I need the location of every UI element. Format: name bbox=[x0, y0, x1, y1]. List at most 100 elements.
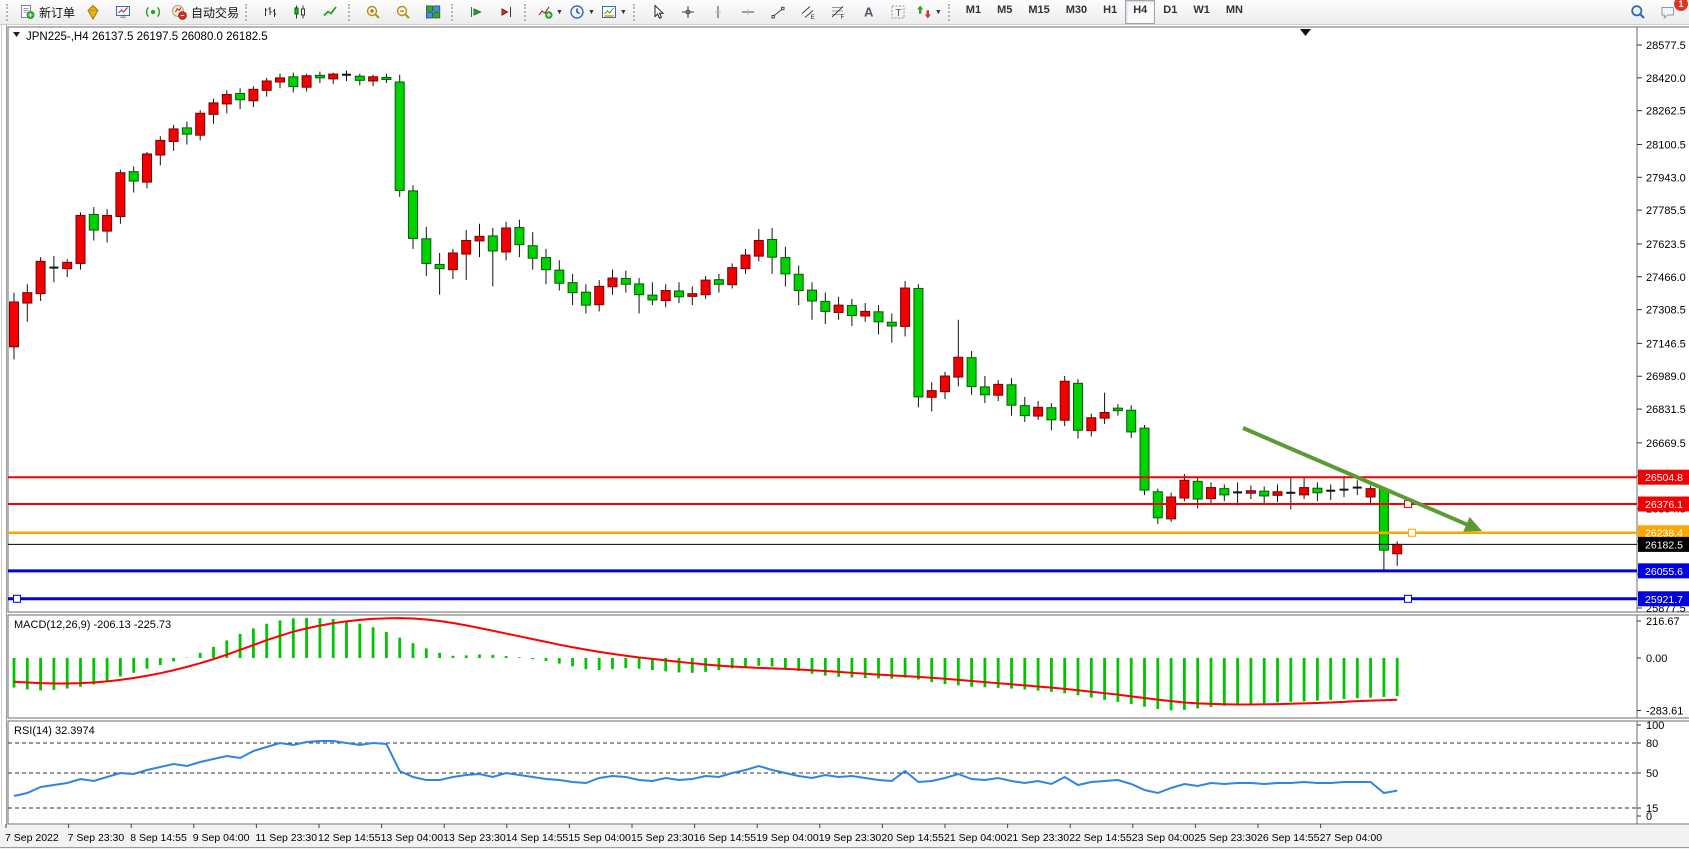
svg-text:26182.5: 26182.5 bbox=[1645, 539, 1683, 551]
chevron-down-icon: ▼ bbox=[588, 9, 595, 16]
indicators-button[interactable]: ▼ bbox=[534, 0, 566, 24]
chart-shift-button[interactable] bbox=[491, 0, 521, 24]
toolbar-separator bbox=[633, 4, 638, 21]
search-button[interactable] bbox=[1623, 0, 1653, 24]
metatrader-window: 新订单自动交易▼▼▼EFAT▼M1M5M15M30H1H4D1W1MN1 285… bbox=[0, 0, 1689, 849]
zoom-out-button[interactable] bbox=[388, 0, 418, 24]
line-chart-button[interactable] bbox=[315, 0, 345, 24]
svg-text:25 Sep 23:30: 25 Sep 23:30 bbox=[1194, 832, 1257, 844]
cursor-icon bbox=[650, 4, 666, 20]
market-watch-icon bbox=[115, 4, 131, 20]
svg-text:0.00: 0.00 bbox=[1646, 653, 1667, 665]
svg-text:26669.5: 26669.5 bbox=[1646, 438, 1686, 450]
current-price-tag: 26182.5 bbox=[1638, 537, 1689, 552]
tf-h4-button[interactable]: H4 bbox=[1125, 0, 1155, 24]
chat-button[interactable]: 1 bbox=[1653, 0, 1683, 24]
auto-trading-icon bbox=[171, 4, 187, 20]
svg-text:E: E bbox=[810, 14, 815, 20]
tf-d1-button[interactable]: D1 bbox=[1155, 0, 1185, 24]
macd-label: MACD(12,26,9) -206.13 -225.73 bbox=[14, 619, 171, 631]
templates-icon bbox=[601, 4, 617, 20]
tile-windows-button[interactable] bbox=[418, 0, 448, 24]
periods-button[interactable]: ▼ bbox=[566, 0, 598, 24]
tf-h1-button[interactable]: H1 bbox=[1095, 0, 1125, 24]
svg-text:26 Sep 14:55: 26 Sep 14:55 bbox=[1257, 832, 1320, 844]
horizontal-line-button[interactable] bbox=[733, 0, 763, 24]
tf-m30-button[interactable]: M30 bbox=[1058, 0, 1095, 24]
svg-text:27466.0: 27466.0 bbox=[1646, 272, 1686, 284]
svg-text:27623.5: 27623.5 bbox=[1646, 239, 1686, 251]
svg-text:-283.61: -283.61 bbox=[1646, 706, 1683, 718]
chart-shift-icon bbox=[498, 4, 514, 20]
periods-icon bbox=[569, 4, 585, 20]
price-tag-25921.7: 25921.7 bbox=[1638, 591, 1689, 606]
chart-stage[interactable]: 28577.528420.028262.528100.527943.027785… bbox=[0, 25, 1689, 849]
chevron-down-icon: ▼ bbox=[935, 9, 942, 16]
equidistant-channel-button[interactable]: E bbox=[793, 0, 823, 24]
bar-chart-icon bbox=[262, 4, 278, 20]
tf-m15-button[interactable]: M15 bbox=[1020, 0, 1057, 24]
crosshair-button[interactable] bbox=[673, 0, 703, 24]
svg-text:13 Sep 23:30: 13 Sep 23:30 bbox=[443, 832, 506, 844]
rsi-label: RSI(14) 32.3974 bbox=[14, 725, 95, 737]
svg-text:7 Sep 23:30: 7 Sep 23:30 bbox=[68, 832, 125, 844]
auto-scroll-button[interactable] bbox=[461, 0, 491, 24]
price-panel[interactable] bbox=[8, 27, 1637, 612]
svg-text:0: 0 bbox=[1646, 811, 1652, 823]
vertical-line-button[interactable] bbox=[703, 0, 733, 24]
text-label-button[interactable]: T bbox=[883, 0, 913, 24]
svg-text:21 Sep 23:30: 21 Sep 23:30 bbox=[1007, 832, 1070, 844]
candlestick-chart-button[interactable] bbox=[285, 0, 315, 24]
tile-windows-icon bbox=[425, 4, 441, 20]
text-label-icon: T bbox=[890, 4, 906, 20]
new-order-button[interactable]: 新订单 bbox=[16, 0, 78, 24]
new-order-icon bbox=[19, 4, 35, 20]
svg-text:8 Sep 14:55: 8 Sep 14:55 bbox=[130, 832, 187, 844]
tf-m5-button[interactable]: M5 bbox=[989, 0, 1020, 24]
cursor-button[interactable] bbox=[643, 0, 673, 24]
svg-text:22 Sep 14:55: 22 Sep 14:55 bbox=[1069, 832, 1132, 844]
zoom-in-button[interactable] bbox=[358, 0, 388, 24]
svg-text:19 Sep 04:00: 19 Sep 04:00 bbox=[756, 832, 819, 844]
crosshair-icon bbox=[680, 4, 696, 20]
signals-icon bbox=[145, 4, 161, 20]
signals-button[interactable] bbox=[138, 0, 168, 24]
svg-text:27308.5: 27308.5 bbox=[1646, 305, 1686, 317]
tf-mn-button[interactable]: MN bbox=[1218, 0, 1251, 24]
svg-text:19 Sep 23:30: 19 Sep 23:30 bbox=[819, 832, 882, 844]
svg-text:12 Sep 14:55: 12 Sep 14:55 bbox=[318, 832, 381, 844]
svg-text:27 Sep 04:00: 27 Sep 04:00 bbox=[1320, 832, 1383, 844]
svg-text:7 Sep 2022: 7 Sep 2022 bbox=[5, 832, 59, 844]
svg-text:20 Sep 14:55: 20 Sep 14:55 bbox=[881, 832, 944, 844]
tf-w1-button[interactable]: W1 bbox=[1185, 0, 1218, 24]
svg-text:28262.5: 28262.5 bbox=[1646, 106, 1686, 118]
toolbar-separator bbox=[348, 4, 353, 21]
metaeditor-button[interactable] bbox=[78, 0, 108, 24]
market-watch-button[interactable] bbox=[108, 0, 138, 24]
chart-canvas[interactable]: 28577.528420.028262.528100.527943.027785… bbox=[0, 25, 1689, 849]
svg-text:26831.5: 26831.5 bbox=[1646, 404, 1686, 416]
svg-text:28577.5: 28577.5 bbox=[1646, 40, 1686, 52]
text-button[interactable]: A bbox=[853, 0, 883, 24]
svg-text:26055.6: 26055.6 bbox=[1645, 566, 1683, 578]
price-tag-26055.6: 26055.6 bbox=[1638, 563, 1689, 578]
indicators-icon bbox=[537, 4, 553, 20]
price-tag-26376.1: 26376.1 bbox=[1638, 497, 1689, 512]
tf-m1-button[interactable]: M1 bbox=[958, 0, 989, 24]
templates-button[interactable]: ▼ bbox=[598, 0, 630, 24]
toolbar-separator bbox=[451, 4, 456, 21]
bar-chart-button[interactable] bbox=[255, 0, 285, 24]
fibonacci-button[interactable]: F bbox=[823, 0, 853, 24]
arrows-button[interactable]: ▼ bbox=[913, 0, 945, 24]
auto-trading-button[interactable]: 自动交易 bbox=[168, 0, 242, 24]
arrows-icon bbox=[916, 4, 932, 20]
auto-trading-label: 自动交易 bbox=[191, 4, 239, 21]
svg-text:A: A bbox=[864, 5, 874, 20]
svg-text:F: F bbox=[840, 14, 844, 20]
zoom-in-icon bbox=[365, 4, 381, 20]
trendline-icon bbox=[770, 4, 786, 20]
vertical-line-icon bbox=[710, 4, 726, 20]
svg-text:14 Sep 14:55: 14 Sep 14:55 bbox=[506, 832, 569, 844]
trendline-button[interactable] bbox=[763, 0, 793, 24]
chart-title: JPN225-,H4 26137.5 26197.5 26080.0 26182… bbox=[13, 31, 268, 43]
